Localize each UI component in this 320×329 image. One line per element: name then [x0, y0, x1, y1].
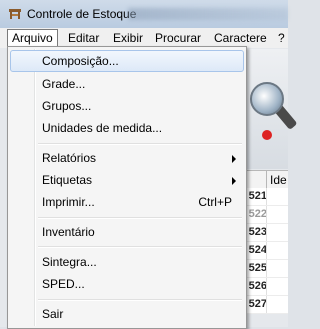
table-row[interactable]: 522 [244, 206, 288, 224]
submenu-arrow-icon [232, 177, 236, 185]
cell-divider [266, 206, 267, 223]
table-cell: 527 [248, 298, 267, 310]
menu-exibir[interactable]: Exibir [113, 31, 143, 45]
menu-caractere[interactable]: Caractere [214, 31, 267, 45]
title-blurred-region [128, 8, 288, 20]
menu-item-label: Composição... [42, 54, 119, 68]
cell-divider [266, 242, 267, 259]
menu-item-label: Etiquetas [42, 173, 93, 187]
table-row[interactable]: 527 [244, 296, 288, 314]
menu-item-shortcut: Ctrl+P [198, 195, 232, 209]
menu-separator [38, 299, 242, 301]
table-row[interactable]: 526 [244, 278, 288, 296]
menu-item-label: Grupos... [42, 99, 92, 113]
table-row[interactable]: 521 [244, 188, 288, 206]
menu-separator [38, 217, 242, 219]
menu-separator [38, 143, 242, 145]
menu-item-label: Unidades de medida... [42, 121, 163, 135]
menu-item-relatorios[interactable]: Relatórios [10, 147, 244, 169]
menu-item-inventario[interactable]: Inventário [10, 221, 244, 243]
menu-item-unidades-de-medida[interactable]: Unidades de medida... [10, 117, 244, 139]
menu-item-sair[interactable]: Sair [10, 303, 244, 325]
cell-divider [266, 296, 267, 313]
table-row[interactable]: 523 [244, 224, 288, 242]
menu-item-etiquetas[interactable]: Etiquetas [10, 169, 244, 191]
cell-divider [266, 278, 267, 295]
menu-item-sintegra[interactable]: Sintegra... [10, 251, 244, 273]
table-cell: 521 [248, 190, 267, 202]
submenu-arrow-icon [232, 155, 236, 163]
menu-item-label: Relatórios [42, 151, 97, 165]
arquivo-dropdown-menu: Composição... Grade... Grupos... Unidade… [7, 46, 247, 329]
menu-item-composicao[interactable]: Composição... [10, 50, 244, 72]
cell-divider [266, 224, 267, 241]
column-separator [266, 171, 267, 188]
menu-item-label: SPED... [42, 277, 85, 291]
table-cell: 522 [248, 208, 267, 220]
magnifier-icon[interactable] [250, 82, 284, 116]
menu-item-label: Sair [42, 307, 64, 321]
menu-item-imprimir[interactable]: Imprimir... Ctrl+P [10, 191, 244, 213]
table-cell: 523 [248, 226, 267, 238]
status-dot-icon [262, 130, 272, 140]
window-title: Controle de Estoque [27, 7, 137, 21]
app-icon [9, 9, 21, 19]
menu-item-grade[interactable]: Grade... [10, 73, 244, 95]
menu-item-label: Imprimir... [42, 195, 95, 209]
cell-divider [266, 260, 267, 277]
menu-item-grupos[interactable]: Grupos... [10, 95, 244, 117]
menu-item-label: Grade... [42, 77, 86, 91]
menu-item-label: Sintegra... [42, 255, 97, 269]
table-cell: 525 [248, 262, 267, 274]
cell-divider [266, 188, 267, 205]
grid-header: Ide [244, 170, 288, 189]
column-header-id[interactable]: Ide [270, 173, 287, 187]
menu-editar[interactable]: Editar [68, 31, 99, 45]
table-row[interactable]: 525 [244, 260, 288, 278]
menu-procurar[interactable]: Procurar [155, 31, 201, 45]
table-cell: 524 [248, 244, 267, 256]
menu-item-sped[interactable]: SPED... [10, 273, 244, 295]
table-row[interactable]: 524 [244, 242, 288, 260]
menu-item-label: Inventário [42, 225, 95, 239]
menu-separator [38, 246, 242, 248]
menu-help[interactable]: ? [278, 31, 285, 45]
table-cell: 526 [248, 280, 267, 292]
title-bar: Controle de Estoque [0, 0, 288, 29]
grid-rows: 521 522 523 524 525 526 527 [244, 188, 288, 314]
